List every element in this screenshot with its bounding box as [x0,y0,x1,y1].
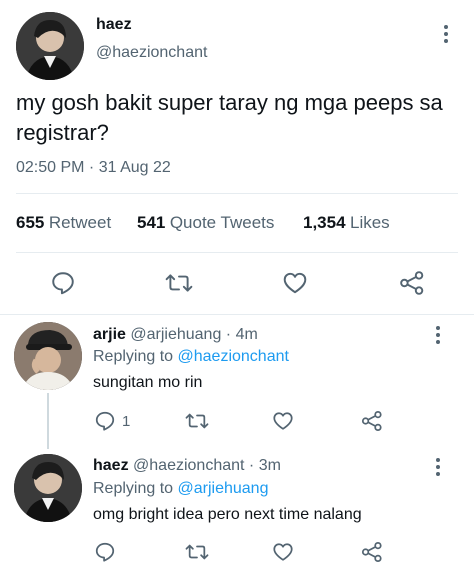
stat-likes[interactable]: 1,354 Likes [303,213,390,233]
share-icon [400,271,424,295]
retweet-icon [185,413,209,429]
reply-time[interactable]: · 4m [226,326,258,343]
reply-icon [52,272,74,295]
reply-button[interactable] [50,270,76,296]
reply-icon [95,542,115,562]
like-button[interactable] [272,541,294,563]
replying-to-handle[interactable]: @haezionchant [178,348,289,365]
stat-quote-tweets[interactable]: 541 Quote Tweets [137,213,274,233]
retweet-button[interactable] [185,410,209,432]
replying-prefix: Replying to [93,348,174,365]
reply-author-name[interactable]: arjie [93,326,126,343]
divider [16,252,458,253]
author-handle[interactable]: @haezionchant [96,44,207,62]
tweet-timestamp[interactable]: 02:50 PM · 31 Aug 22 [16,159,171,177]
reply-button[interactable]: 1 [94,410,130,432]
more-options-icon[interactable] [435,458,441,479]
tweet-text: my gosh bakit super taray ng mga peeps s… [16,90,443,145]
reply-icon [95,411,115,431]
share-button[interactable] [361,541,383,563]
retweet-icon [165,274,193,292]
thread-connector [47,393,49,449]
quotes-label: Quote Tweets [169,213,275,232]
retweet-icon [185,544,209,560]
share-icon [361,410,382,432]
divider [0,314,474,315]
like-icon [273,412,293,430]
divider [16,193,458,194]
like-button[interactable] [282,270,308,296]
reply-text: sungitan mo rin [93,374,203,391]
reply-time[interactable]: · 3m [249,457,281,474]
reply-avatar[interactable] [14,322,82,390]
replying-to: Replying to @arjiehuang [93,480,268,498]
retweet-button[interactable] [185,541,209,563]
reply-header: haez @haezionchant · 3m [93,457,281,475]
retweets-label: Retweet [48,213,112,232]
reply-header: arjie @arjiehuang · 4m [93,326,258,344]
reply-author-name[interactable]: haez [93,457,129,474]
reply-button[interactable] [94,541,116,563]
stat-retweets[interactable]: 655 Retweet [16,213,111,233]
more-options-icon[interactable] [435,326,441,347]
like-icon [283,272,307,294]
reply-count: 1 [122,412,131,430]
like-button[interactable] [272,410,294,432]
author-name[interactable]: haez [96,16,132,34]
author-avatar[interactable] [16,12,84,80]
replying-to: Replying to @haezionchant [93,348,289,366]
share-icon [361,541,382,563]
reply-avatar[interactable] [14,454,82,522]
likes-count: 1,354 [303,213,346,232]
share-button[interactable] [361,410,383,432]
reply-text: omg bright idea pero next time nalang [93,506,362,523]
likes-label: Likes [350,213,390,232]
retweets-count: 655 [16,213,45,232]
retweet-button[interactable] [165,270,193,296]
quotes-count: 541 [137,213,166,232]
more-options-icon[interactable] [443,25,449,46]
reply-author-handle[interactable]: @haezionchant [133,457,244,474]
replying-to-handle[interactable]: @arjiehuang [178,480,269,497]
share-button[interactable] [399,270,425,296]
reply-author-handle[interactable]: @arjiehuang [130,326,221,343]
replying-prefix: Replying to [93,480,174,497]
like-icon [273,543,293,561]
